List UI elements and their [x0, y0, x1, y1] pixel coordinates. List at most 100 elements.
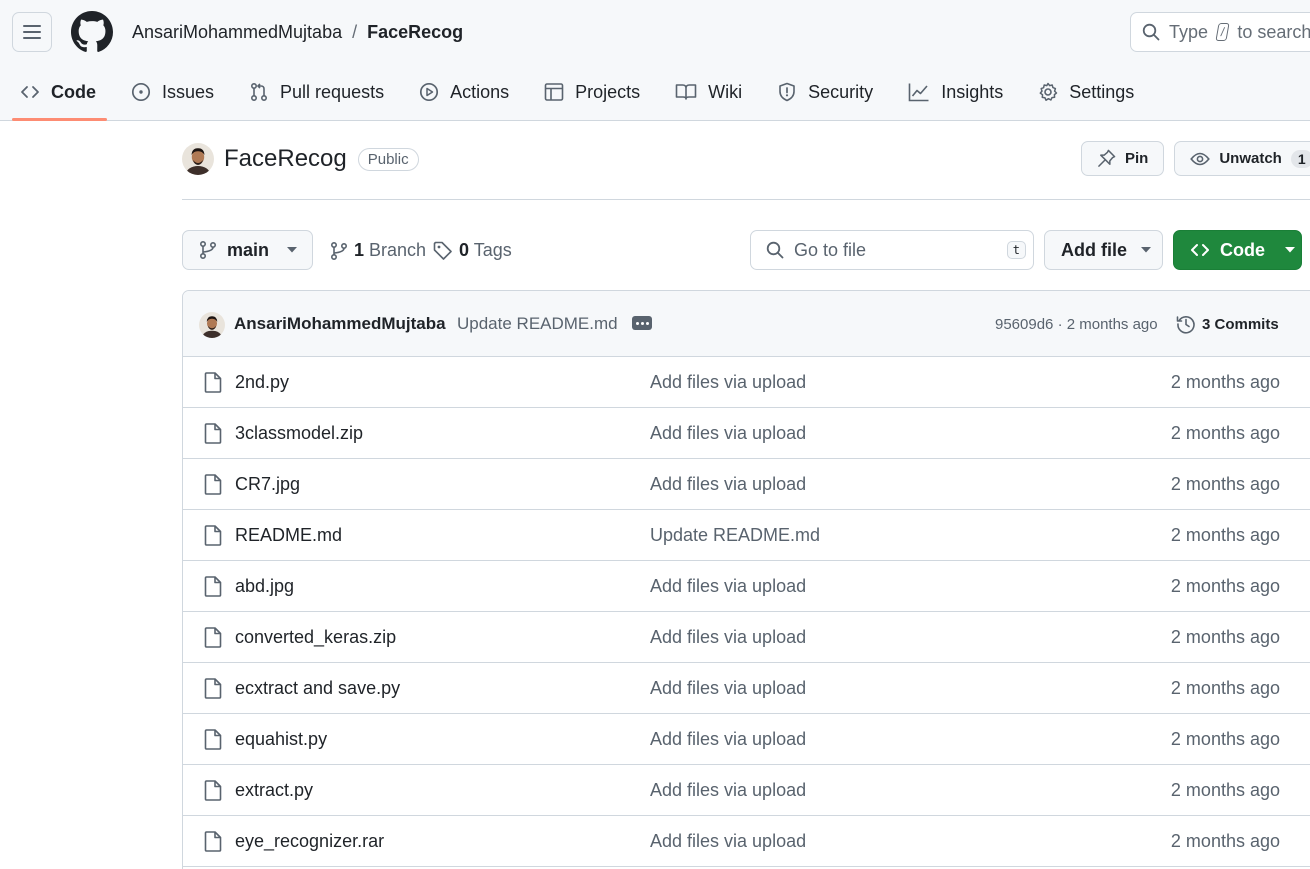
branches-link[interactable]: 1 Branch [330, 240, 426, 261]
file-name-link[interactable]: abd.jpg [235, 576, 294, 597]
eye-icon [1190, 152, 1211, 165]
branch-count-label: Branch [369, 240, 427, 260]
file-name-link[interactable]: converted_keras.zip [235, 627, 396, 648]
tab-issues[interactable]: Issues [111, 66, 229, 118]
global-header: AnsariMohammedMujtaba / FaceRecog Type /… [0, 0, 1310, 121]
file-name-link[interactable]: CR7.jpg [235, 474, 300, 495]
tab-insights[interactable]: Insights [888, 66, 1018, 118]
visibility-badge: Public [357, 147, 419, 171]
file-name-link[interactable]: ecxtract and save.py [235, 678, 400, 699]
file-row: ecxtract and save.py Add files via upload… [183, 663, 1310, 714]
file-commit-date: 2 months ago [1170, 831, 1280, 851]
commit-hash-time[interactable]: 95609d6 · 2 months ago [995, 316, 1158, 333]
file-icon [204, 780, 222, 801]
commit-details-toggle[interactable] [632, 316, 652, 330]
file-row: 2nd.py Add files via upload 2 months ago [183, 357, 1310, 408]
file-name-link[interactable]: README.md [235, 525, 342, 546]
file-icon [204, 372, 222, 393]
file-commit-message-link[interactable]: Add files via upload [650, 831, 806, 852]
header-divider [182, 199, 1310, 200]
commit-author-avatar[interactable] [199, 312, 225, 338]
file-commit-message-link[interactable]: Add files via upload [650, 678, 806, 699]
git-branch-icon [330, 241, 348, 260]
search-placeholder-suffix: to search [1237, 21, 1310, 42]
file-commit-message-link[interactable]: Add files via upload [650, 627, 806, 648]
tag-count: 0 [459, 240, 470, 260]
code-icon [21, 86, 39, 98]
file-icon [204, 678, 222, 699]
play-icon [420, 82, 439, 102]
commit-message-link[interactable]: Update README.md [457, 314, 618, 334]
tab-security[interactable]: Security [757, 66, 888, 118]
breadcrumb-separator: / [352, 22, 358, 42]
git-branch-icon [199, 240, 217, 260]
tab-actions[interactable]: Actions [399, 66, 524, 118]
tags-link[interactable]: 0 Tags [433, 240, 512, 261]
tab-label: Projects [575, 81, 641, 102]
file-name-link[interactable]: 3classmodel.zip [235, 423, 363, 444]
file-commit-date: 2 months ago [1170, 678, 1280, 698]
tab-wiki[interactable]: Wiki [655, 66, 757, 118]
file-commit-message-link[interactable]: Add files via upload [650, 474, 806, 495]
add-file-button[interactable]: Add file [1044, 230, 1163, 270]
tag-icon [433, 241, 452, 260]
code-dropdown-button[interactable]: Code [1173, 230, 1302, 270]
file-row: 3classmodel.zip Add files via upload 2 mon… [183, 408, 1310, 459]
tab-label: Actions [450, 81, 510, 102]
commits-history-link[interactable]: 3 Commits [1176, 314, 1279, 334]
pin-label: Pin [1125, 150, 1149, 167]
file-commit-message-link[interactable]: Update README.md [650, 525, 820, 546]
chevron-down-icon [1141, 247, 1151, 253]
code-icon [1191, 244, 1209, 256]
repo-title[interactable]: FaceRecog [224, 145, 347, 173]
commit-author-link[interactable]: AnsariMohammedMujtaba [234, 314, 446, 334]
tab-projects[interactable]: Projects [524, 66, 655, 118]
issue-icon [131, 82, 151, 102]
chevron-down-icon [1285, 247, 1295, 253]
tab-label: Pull requests [280, 81, 385, 102]
unwatch-button[interactable]: Unwatch 1 [1174, 141, 1310, 176]
file-commit-date: 2 months ago [1170, 627, 1280, 647]
repo-title-row: FaceRecog Public [182, 143, 419, 175]
tab-settings[interactable]: Settings [1018, 66, 1149, 118]
watch-count: 1 [1290, 149, 1310, 168]
repo-tab-nav: Code Issues Pull requests Actions Projec… [0, 66, 1149, 121]
breadcrumb-owner-link[interactable]: AnsariMohammedMujtaba [132, 20, 342, 44]
add-file-label: Add file [1061, 239, 1127, 260]
repo-actions: Pin Unwatch 1 [1081, 141, 1310, 176]
owner-avatar[interactable] [182, 143, 214, 175]
branch-name: main [227, 239, 270, 260]
tab-code[interactable]: Code [0, 66, 111, 121]
hamburger-menu-button[interactable] [12, 12, 52, 52]
pin-button[interactable]: Pin [1081, 141, 1165, 176]
file-name-link[interactable]: eye_recognizer.rar [235, 831, 384, 852]
global-search-input[interactable]: Type / to search [1130, 12, 1310, 52]
branch-select-button[interactable]: main [182, 230, 313, 270]
file-commit-message-link[interactable]: Add files via upload [650, 576, 806, 597]
file-table: AnsariMohammedMujtaba Update README.md 9… [182, 290, 1310, 869]
tab-pull-requests[interactable]: Pull requests [229, 66, 399, 118]
file-commit-date: 2 months ago [1170, 372, 1280, 392]
file-commit-date: 2 months ago [1170, 729, 1280, 749]
code-button-label: Code [1220, 239, 1265, 260]
breadcrumb-repo-link[interactable]: FaceRecog [367, 20, 463, 44]
file-commit-message-link[interactable]: Add files via upload [650, 780, 806, 801]
pull-request-icon [251, 82, 268, 102]
file-commit-message-link[interactable]: Add files via upload [650, 372, 806, 393]
file-name-link[interactable]: extract.py [235, 780, 313, 801]
file-commit-message-link[interactable]: Add files via upload [650, 729, 806, 750]
go-to-file-input[interactable]: Go to file t [750, 230, 1034, 270]
file-name-link[interactable]: equahist.py [235, 729, 327, 750]
file-icon [204, 627, 222, 648]
tab-label: Security [808, 81, 874, 102]
search-icon [1142, 23, 1160, 41]
search-icon [766, 241, 784, 259]
file-icon [204, 423, 222, 444]
search-shortcut-key: / [1215, 23, 1230, 41]
file-commit-message-link[interactable]: Add files via upload [650, 423, 806, 444]
shield-icon [779, 82, 795, 102]
file-name-link[interactable]: 2nd.py [235, 372, 289, 393]
github-logo-icon[interactable] [71, 11, 113, 53]
chevron-down-icon [287, 247, 298, 253]
history-icon [1176, 316, 1195, 334]
